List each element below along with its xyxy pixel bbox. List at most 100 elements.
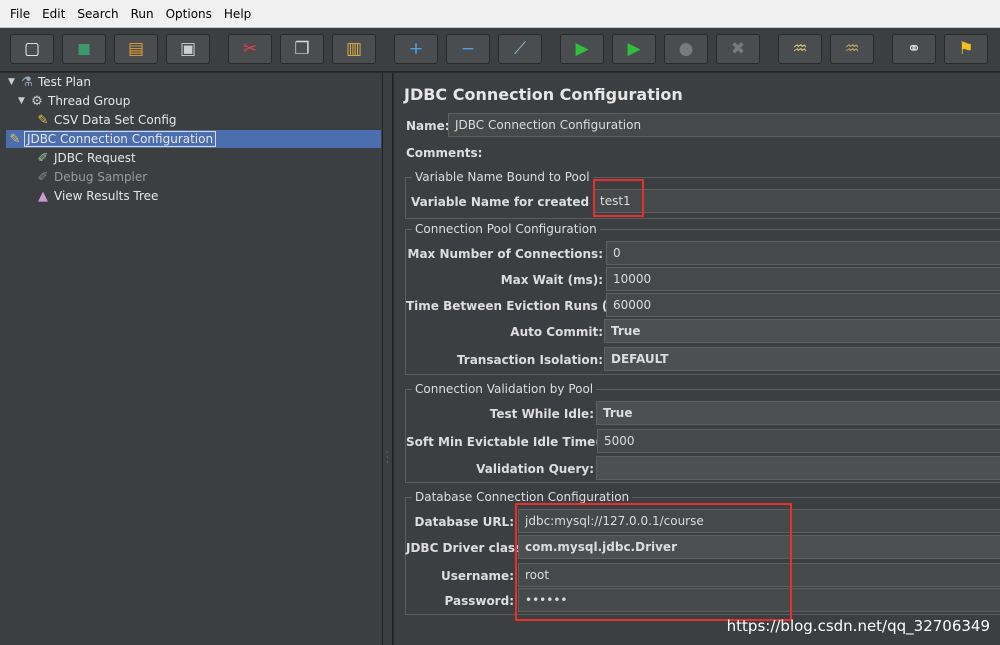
split-pane-divider[interactable] — [383, 73, 393, 645]
tree-item-label: JDBC Connection Configuration — [24, 131, 217, 147]
menu-help[interactable]: Help — [218, 7, 257, 21]
copy-button[interactable]: ❐ — [280, 34, 324, 64]
username-label: Username: — [440, 569, 514, 583]
reset-search-button[interactable]: ⚑ — [944, 34, 988, 64]
soft-min-idle-input[interactable]: 5000 — [597, 429, 1000, 453]
open-button[interactable]: ▤ — [114, 34, 158, 64]
start-no-pauses-button[interactable]: ▶ — [612, 34, 656, 64]
transaction-isolation-select[interactable]: DEFAULT — [604, 347, 1000, 371]
connection-pool-group-title: Connection Pool Configuration — [412, 222, 600, 236]
reset-search-icon: ⚑ — [958, 38, 974, 59]
pipette-icon: ✐ — [37, 150, 49, 166]
flask-icon: ⚗ — [21, 74, 33, 90]
database-url-label: Database URL: — [414, 515, 514, 529]
menu-search[interactable]: Search — [71, 7, 124, 21]
tree-item[interactable]: ✐ Debug Sampler — [34, 168, 149, 186]
shutdown-button[interactable]: ✖ — [716, 34, 760, 64]
shutdown-icon: ✖ — [730, 38, 746, 59]
chart-icon: ▲ — [38, 188, 48, 204]
auto-commit-label: Auto Commit: — [510, 325, 603, 339]
templates-icon: ◼ — [76, 38, 92, 59]
eviction-runs-input[interactable]: 60000 — [606, 293, 1000, 317]
save-button[interactable]: ▣ — [166, 34, 210, 64]
validation-query-select[interactable] — [596, 456, 1000, 480]
tree-item-label: Debug Sampler — [54, 170, 148, 184]
menu-options[interactable]: Options — [160, 7, 218, 21]
tree-item-label: Test Plan — [38, 75, 91, 89]
comments-label: Comments: — [406, 146, 483, 160]
tree-item[interactable]: ✎ JDBC Connection Configuration — [6, 130, 381, 148]
copy-icon: ❐ — [294, 38, 310, 59]
clear-button[interactable]: ♒ — [778, 34, 822, 64]
driver-class-label: JDBC Driver class: — [406, 541, 528, 555]
tree-item[interactable]: ✎ CSV Data Set Config — [34, 111, 179, 129]
tree-item[interactable]: ✐ JDBC Request — [34, 149, 138, 167]
clear-all-button[interactable]: ♒ — [830, 34, 874, 64]
transaction-isolation-label: Transaction Isolation: — [456, 353, 603, 367]
cut-icon: ✂ — [242, 38, 258, 59]
max-connections-input[interactable]: 0 — [606, 241, 1000, 265]
max-wait-label: Max Wait (ms): — [500, 273, 603, 287]
stop-button[interactable]: ● — [664, 34, 708, 64]
open-icon: ▤ — [127, 38, 145, 59]
collapse-icon: − — [460, 38, 476, 59]
validation-query-label: Validation Query: — [476, 462, 594, 476]
pipette-icon: ✐ — [37, 169, 49, 185]
gear-icon: ⚙ — [31, 93, 43, 109]
tree-item[interactable]: ▼ ⚙ Thread Group — [18, 92, 132, 110]
name-input[interactable]: JDBC Connection Configuration — [448, 113, 1000, 137]
expand-icon: + — [408, 38, 424, 59]
test-while-idle-select[interactable]: True — [596, 401, 1000, 425]
test-while-idle-label: Test While Idle: — [489, 407, 594, 421]
expand-toggle-icon[interactable]: ▼ — [8, 77, 18, 87]
cut-button[interactable]: ✂ — [228, 34, 272, 64]
variable-name-input[interactable]: test1 — [593, 189, 1000, 213]
menu-bar: File Edit Search Run Options Help — [0, 0, 1000, 28]
wrench-icon: ✎ — [37, 112, 49, 128]
expand-button[interactable]: + — [394, 34, 438, 64]
templates-button[interactable]: ◼ — [62, 34, 106, 64]
auto-commit-select[interactable]: True — [604, 319, 1000, 343]
new-icon: ▢ — [23, 38, 41, 59]
start-icon: ▶ — [575, 38, 589, 59]
search-button[interactable]: ⚭ — [892, 34, 936, 64]
tree-item-label: CSV Data Set Config — [54, 113, 177, 127]
tree-item-label: Thread Group — [48, 94, 131, 108]
split-grip-icon[interactable]: · · · — [386, 449, 390, 467]
page-title: JDBC Connection Configuration — [404, 85, 683, 104]
wrench-icon: ✎ — [9, 131, 21, 147]
test-plan-tree: ▼ ⚗ Test Plan ▼ ⚙ Thread Group ✎ CSV Data Set C… — [0, 73, 383, 645]
tree-item[interactable]: ▼ ⚗ Test Plan — [8, 73, 93, 91]
tree-item-label: JDBC Request — [54, 151, 136, 165]
menu-edit[interactable]: Edit — [36, 7, 71, 21]
menu-run[interactable]: Run — [125, 7, 160, 21]
new-button[interactable]: ▢ — [10, 34, 54, 64]
highlight-box-database — [515, 503, 792, 621]
clear-all-icon: ♒ — [844, 38, 860, 59]
tree-item-label: View Results Tree — [54, 189, 159, 203]
expand-toggle-icon[interactable]: ▼ — [18, 96, 28, 106]
save-icon: ▣ — [179, 38, 197, 59]
search-icon: ⚭ — [906, 38, 922, 59]
tree-item[interactable]: ▲ View Results Tree — [34, 187, 160, 205]
highlight-box-variable — [593, 179, 644, 217]
paste-button[interactable]: ▥ — [332, 34, 376, 64]
password-label: Password: — [444, 594, 515, 608]
paste-icon: ▥ — [345, 38, 363, 59]
name-label: Name: — [406, 119, 450, 133]
start-button[interactable]: ▶ — [560, 34, 604, 64]
config-panel: JDBC Connection Configuration Name: JDBC… — [394, 73, 1000, 645]
toggle-button[interactable]: ⟋ — [498, 34, 542, 64]
max-wait-input[interactable]: 10000 — [606, 267, 1000, 291]
stop-icon: ● — [678, 38, 694, 59]
database-connection-group-title: Database Connection Configuration — [412, 490, 633, 504]
collapse-button[interactable]: − — [446, 34, 490, 64]
clear-icon: ♒ — [792, 38, 808, 59]
toggle-icon: ⟋ — [514, 38, 526, 59]
max-connections-label: Max Number of Connections: — [407, 247, 603, 261]
start-no-pauses-icon: ▶ — [627, 38, 641, 59]
soft-min-idle-label: Soft Min Evictable Idle Time(ms): — [406, 435, 631, 449]
eviction-runs-label: Time Between Eviction Runs (ms): — [406, 299, 638, 313]
menu-file[interactable]: File — [4, 7, 36, 21]
pool-variable-group-title: Variable Name Bound to Pool — [412, 170, 593, 184]
